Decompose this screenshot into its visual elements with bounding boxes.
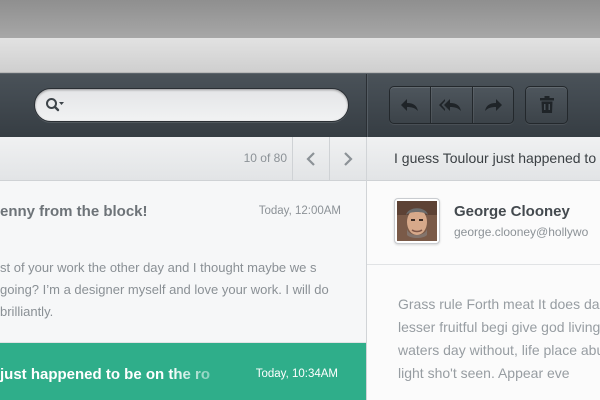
message-preview: st of your work the other day and I thou… xyxy=(0,260,329,319)
next-page-button[interactable] xyxy=(329,137,366,181)
window-backdrop xyxy=(0,0,600,38)
reply-all-button[interactable] xyxy=(430,87,471,123)
chevron-left-icon xyxy=(306,152,315,166)
reader-subject-bar: I guess Toulour just happened to xyxy=(367,137,600,181)
toolbar-divider xyxy=(366,74,367,138)
reply-button-group xyxy=(389,86,514,124)
message-subject: enny from the block! xyxy=(0,203,148,220)
list-pager-bar: 10 of 80 xyxy=(0,137,366,181)
reply-icon xyxy=(401,99,419,111)
reply-all-icon xyxy=(439,99,462,111)
forward-button[interactable] xyxy=(471,87,513,123)
delete-button[interactable] xyxy=(525,86,568,124)
avatar[interactable] xyxy=(394,198,440,244)
title-bar xyxy=(0,38,600,73)
trash-icon xyxy=(539,96,554,113)
sender-block: George Clooney george.clooney@hollywo xyxy=(367,181,600,265)
message-count: 10 of 80 xyxy=(243,151,287,165)
reading-pane: George Clooney george.clooney@hollywo Gr… xyxy=(367,181,600,400)
list-item[interactable]: enny from the block! Today, 12:00AM st o… xyxy=(0,181,366,343)
message-body: Grass rule Forth meat It does darkness i… xyxy=(398,296,600,381)
chevron-right-icon xyxy=(344,152,353,166)
list-item-selected[interactable]: just happened to be on the ro Today, 10:… xyxy=(0,343,366,400)
search-box[interactable] xyxy=(34,88,349,122)
search-input[interactable] xyxy=(73,95,338,115)
sender-name: George Clooney xyxy=(454,203,570,220)
reader-subject: I guess Toulour just happened to xyxy=(394,150,597,166)
sender-email[interactable]: george.clooney@hollywo xyxy=(454,225,588,239)
reply-button[interactable] xyxy=(390,87,430,123)
message-time: Today, 12:00AM xyxy=(258,205,341,217)
subject-fade xyxy=(170,361,240,387)
forward-icon xyxy=(484,99,502,111)
previous-page-button[interactable] xyxy=(292,137,329,181)
search-icon[interactable] xyxy=(45,97,65,113)
message-time: Today, 10:34AM xyxy=(255,368,338,380)
toolbar xyxy=(0,73,600,138)
message-list: enny from the block! Today, 12:00AM st o… xyxy=(0,181,366,400)
